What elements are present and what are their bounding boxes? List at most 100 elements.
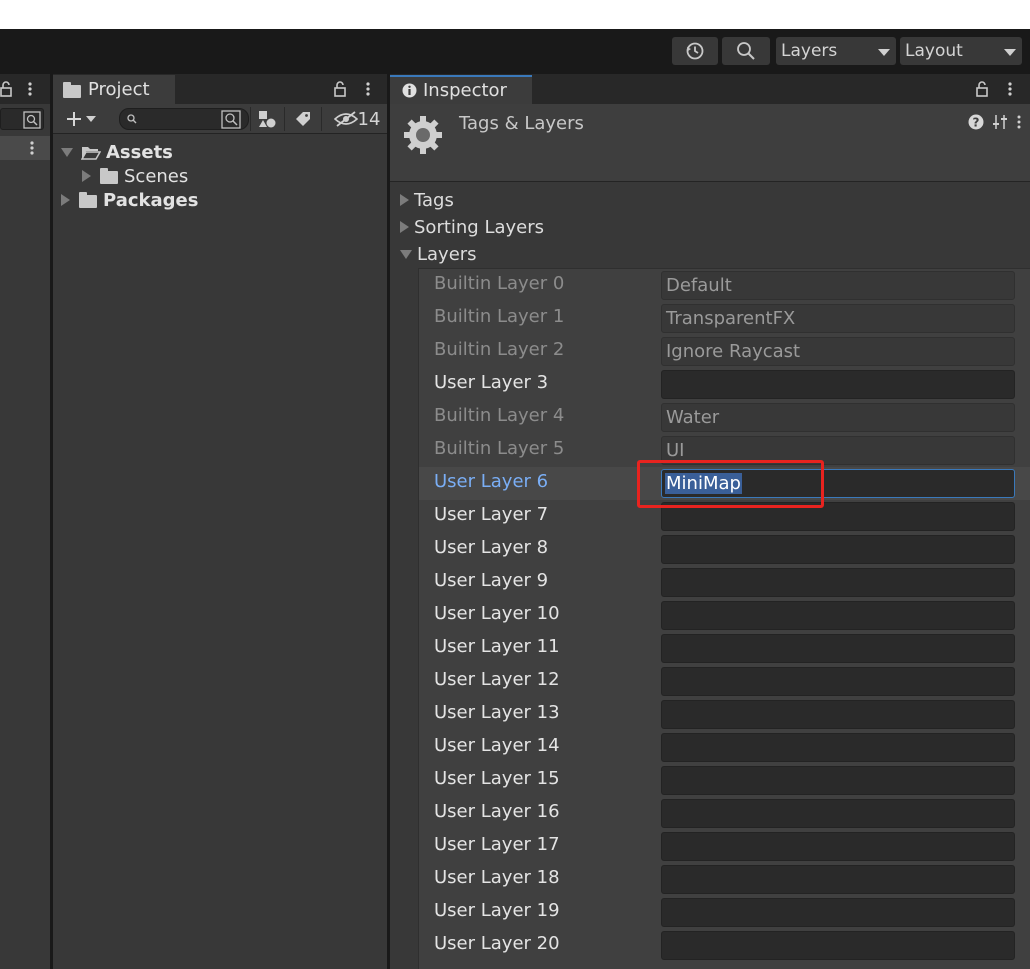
- layer-name-field[interactable]: [661, 700, 1015, 729]
- search-icon: [737, 42, 755, 60]
- layer-name-field[interactable]: [661, 766, 1015, 795]
- layer-label: User Layer 3: [434, 372, 549, 393]
- layer-label: User Layer 10: [434, 603, 560, 624]
- foldout-layers[interactable]: Layers: [400, 242, 477, 266]
- layer-row: User Layer 19: [419, 896, 1030, 929]
- layer-name-value: TransparentFX: [666, 308, 796, 329]
- chevron-down-icon: [878, 49, 890, 56]
- more-menu-icon[interactable]: [364, 81, 372, 97]
- lock-icon[interactable]: [334, 81, 348, 97]
- inspector-title: Tags & Layers: [459, 113, 584, 134]
- layer-name-field[interactable]: [661, 799, 1015, 828]
- foldout-label: Tags: [414, 189, 454, 211]
- layer-row: Builtin Layer 5 UI: [419, 434, 1030, 467]
- layer-name-field[interactable]: [661, 634, 1015, 663]
- expand-arrow-icon[interactable]: [61, 194, 70, 206]
- layer-name-field[interactable]: [661, 733, 1015, 762]
- more-menu-icon[interactable]: [28, 140, 36, 156]
- layer-row: Builtin Layer 1 TransparentFX: [419, 302, 1030, 335]
- scene-search-icon[interactable]: [23, 111, 41, 129]
- svg-text:?: ?: [973, 116, 980, 130]
- window-titlebar: [0, 0, 1030, 29]
- more-menu-icon[interactable]: [26, 81, 34, 97]
- info-icon: [402, 83, 417, 98]
- layer-name-field[interactable]: [661, 502, 1015, 531]
- layer-row: User Layer 14: [419, 731, 1030, 764]
- history-button[interactable]: [672, 37, 718, 65]
- layer-label: Builtin Layer 1: [434, 306, 565, 327]
- expand-arrow-icon: [400, 194, 409, 206]
- search-icon: [127, 114, 137, 124]
- layer-label: User Layer 16: [434, 801, 560, 822]
- layer-name-field[interactable]: [661, 535, 1015, 564]
- chevron-down-icon: [1004, 49, 1016, 56]
- layer-label: User Layer 11: [434, 636, 560, 657]
- expand-arrow-icon[interactable]: [61, 147, 73, 157]
- layer-row: User Layer 15: [419, 764, 1030, 797]
- layer-name-field[interactable]: [661, 601, 1015, 630]
- expand-arrow-icon: [400, 221, 409, 233]
- toolbar-separator: [250, 107, 251, 131]
- layer-name-field[interactable]: [661, 667, 1015, 696]
- hierarchy-search-field[interactable]: [0, 108, 44, 130]
- layer-name-field[interactable]: [661, 832, 1015, 861]
- project-search-input[interactable]: [119, 108, 249, 130]
- tree-item-packages[interactable]: Packages: [61, 188, 198, 212]
- layer-name-field[interactable]: [661, 370, 1015, 399]
- hidden-packages-toggle[interactable]: 14: [331, 108, 383, 130]
- layer-label: User Layer 13: [434, 702, 560, 723]
- search-button[interactable]: [722, 37, 770, 65]
- tree-item-scenes[interactable]: Scenes: [82, 164, 188, 188]
- tab-inspector[interactable]: Inspector: [390, 75, 532, 104]
- hierarchy-scene-row[interactable]: [0, 136, 50, 160]
- foldout-label: Sorting Layers: [414, 216, 545, 238]
- expand-arrow-icon[interactable]: [82, 170, 91, 182]
- layer-name-field[interactable]: [661, 931, 1015, 960]
- layer-name-field-active[interactable]: MiniMap: [661, 469, 1015, 498]
- help-icon[interactable]: ?: [968, 114, 984, 130]
- tree-item-assets[interactable]: Assets: [61, 140, 173, 164]
- search-by-scene-icon[interactable]: [221, 110, 241, 129]
- layer-label: Builtin Layer 0: [434, 273, 565, 294]
- foldout-label: Layers: [417, 243, 477, 265]
- eye-slash-icon: [333, 111, 358, 127]
- foldout-sorting-layers[interactable]: Sorting Layers: [400, 215, 544, 239]
- presets-icon[interactable]: [992, 114, 1008, 130]
- layer-label: User Layer 7: [434, 504, 549, 525]
- history-icon: [686, 42, 704, 60]
- tree-item-label: Scenes: [124, 165, 189, 187]
- layer-label: User Layer 15: [434, 768, 560, 789]
- lock-icon[interactable]: [0, 81, 14, 97]
- filter-by-label-button[interactable]: [289, 108, 317, 130]
- layer-row: User Layer 18: [419, 863, 1030, 896]
- layer-name-value: Ignore Raycast: [666, 341, 801, 362]
- layer-row: User Layer 3: [419, 368, 1030, 401]
- layer-name-field[interactable]: [661, 898, 1015, 927]
- project-toolbar: 14: [53, 104, 387, 134]
- layer-label: User Layer 9: [434, 570, 549, 591]
- filter-by-type-button[interactable]: [253, 108, 281, 130]
- layer-label: User Layer 20: [434, 933, 560, 954]
- tab-project[interactable]: Project: [53, 75, 175, 104]
- tree-item-label: Assets: [106, 141, 173, 163]
- layer-name-field[interactable]: [661, 865, 1015, 894]
- create-button[interactable]: [61, 108, 101, 130]
- layers-dropdown-label: Layers: [781, 41, 838, 61]
- layer-label: User Layer 18: [434, 867, 560, 888]
- header-icon-group: ?: [968, 114, 1022, 130]
- gear-icon: [404, 116, 442, 154]
- hierarchy-panel: [0, 74, 50, 969]
- layer-name-field[interactable]: [661, 568, 1015, 597]
- inspector-tabbar: Inspector: [390, 74, 1030, 104]
- folder-icon: [100, 168, 118, 184]
- layout-dropdown[interactable]: Layout: [900, 37, 1022, 65]
- layers-dropdown[interactable]: Layers: [776, 37, 896, 65]
- layer-name-field: Ignore Raycast: [661, 337, 1015, 366]
- layer-row-selected: User Layer 6 MiniMap: [419, 467, 1030, 500]
- folder-open-icon: [81, 146, 101, 160]
- lock-icon[interactable]: [976, 81, 990, 97]
- foldout-tags[interactable]: Tags: [400, 188, 454, 212]
- more-menu-icon[interactable]: [1016, 114, 1022, 130]
- layer-label: Builtin Layer 5: [434, 438, 565, 459]
- more-menu-icon[interactable]: [1006, 81, 1014, 97]
